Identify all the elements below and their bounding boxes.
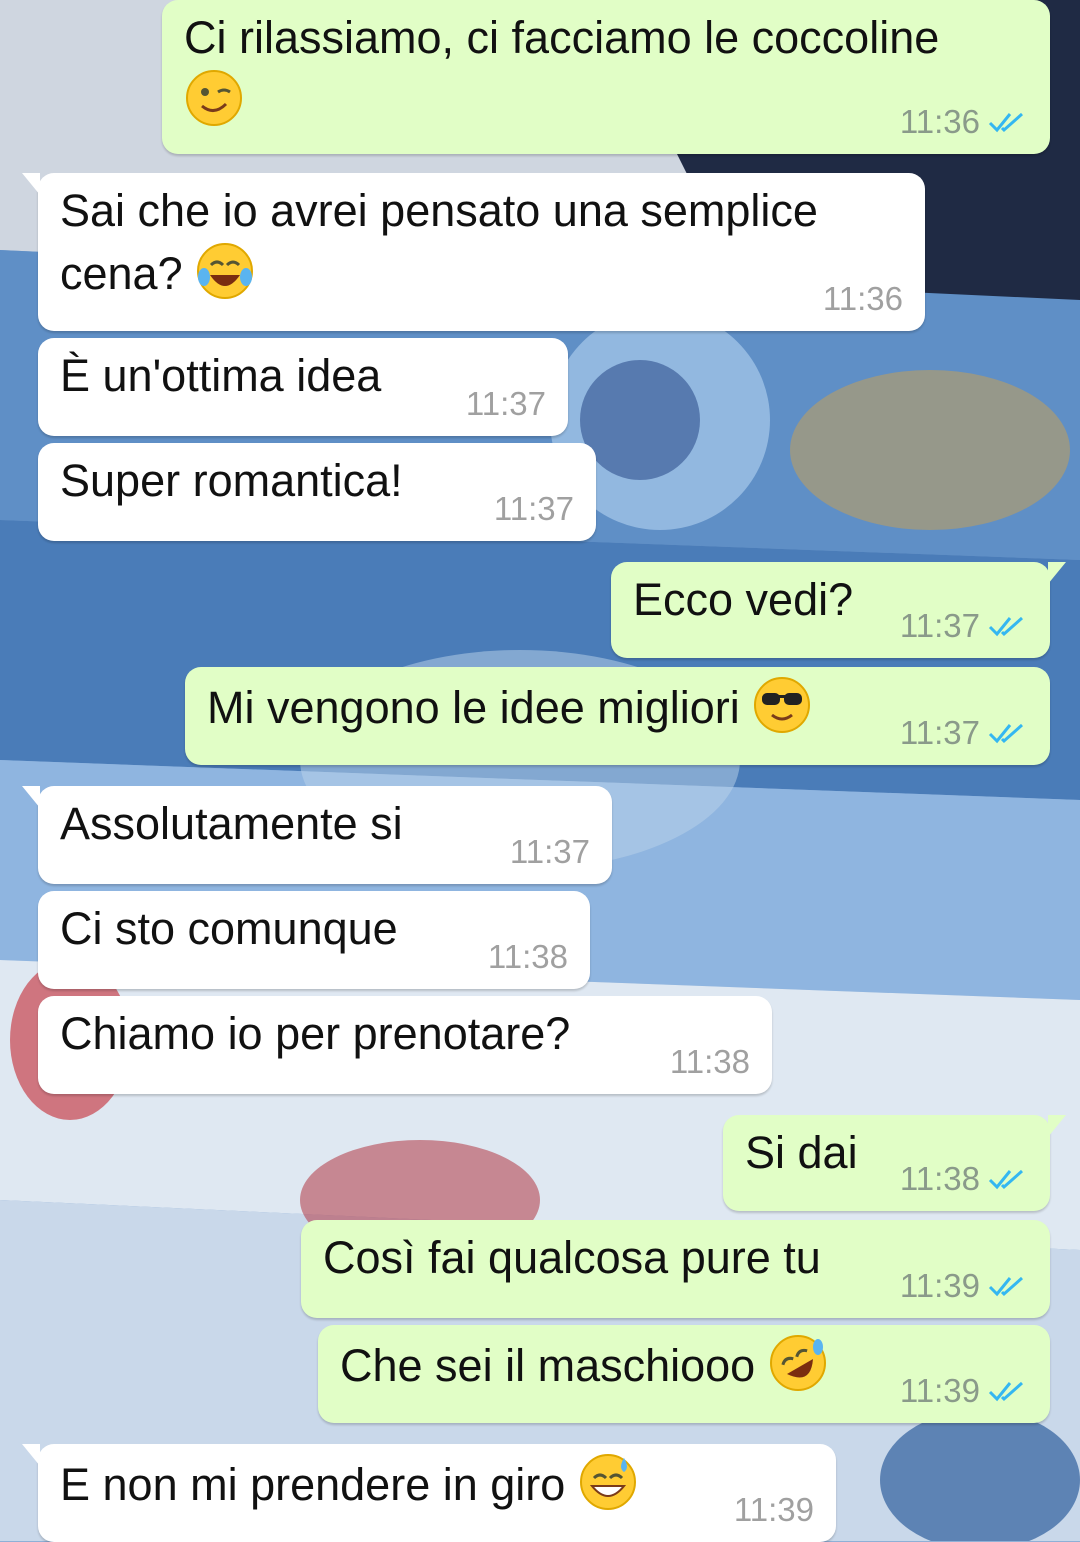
message-text-content: Si dai (745, 1127, 858, 1178)
incoming-message-bubble[interactable]: Assolutamente si 11:37 (22, 786, 612, 884)
message-timestamp: 11:37 (465, 385, 546, 422)
message-text-content: È un'ottima idea (60, 350, 382, 401)
incoming-message-bubble[interactable]: Ci sto comunque 11:38 (38, 891, 590, 989)
read-ticks-icon (988, 1381, 1023, 1402)
message-meta: 11:38 (488, 939, 568, 975)
read-ticks-icon (988, 1169, 1023, 1190)
outgoing-message-bubble[interactable]: Si dai 11:38 (723, 1115, 1066, 1211)
message-meta: 11:36 (900, 104, 1028, 140)
message-meta: 11:36 (823, 281, 903, 317)
message-text-content: Sai che io avrei pensato una semplice ce… (60, 185, 818, 299)
read-ticks-icon (988, 1276, 1023, 1297)
message-timestamp: 11:38 (899, 1160, 980, 1197)
rolling-on-floor-laughing-icon (769, 1335, 826, 1391)
outgoing-message-bubble[interactable]: Mi vengono le idee migliori 11:37 (185, 667, 1050, 765)
message-meta: 11:37 (510, 834, 590, 870)
incoming-message-bubble[interactable]: Chiamo io per prenotare? 11:38 (38, 996, 772, 1094)
incoming-message-bubble[interactable]: E non mi prendere in giro 11:39 (22, 1444, 836, 1542)
grinning-sweat-face-icon (579, 1454, 636, 1510)
message-text-content: Ci rilassiamo, ci facciamo le coccoline (184, 12, 940, 63)
read-ticks-icon (988, 616, 1023, 637)
message-text-content: Super romantica! (60, 455, 403, 506)
message-meta: 11:38 (670, 1044, 750, 1080)
message-meta: 11:37 (900, 608, 1028, 644)
message-timestamp: 11:37 (509, 833, 590, 870)
message-timestamp: 11:38 (669, 1043, 750, 1080)
message-meta: 11:37 (466, 386, 546, 422)
incoming-message-bubble[interactable]: Super romantica! 11:37 (38, 443, 596, 541)
message-meta: 11:39 (900, 1373, 1028, 1409)
outgoing-message-bubble[interactable]: Ci rilassiamo, ci facciamo le coccoline … (162, 0, 1050, 154)
message-timestamp: 11:38 (487, 938, 568, 975)
message-timestamp: 11:36 (822, 280, 903, 317)
message-timestamp: 11:37 (899, 607, 980, 644)
winking-face-icon (186, 70, 242, 126)
message-timestamp: 11:39 (899, 1372, 980, 1409)
message-timestamp: 11:36 (899, 103, 980, 140)
message-text: E non mi prendere in giro (60, 1452, 814, 1515)
message-meta: 11:39 (900, 1268, 1028, 1304)
message-text-content: Ci sto comunque (60, 903, 398, 954)
sunglasses-face-icon (754, 677, 811, 733)
incoming-message-bubble[interactable]: Sai che io avrei pensato una semplice ce… (22, 173, 925, 331)
chat-thread: Ci rilassiamo, ci facciamo le coccoline … (0, 0, 1080, 1542)
outgoing-message-bubble[interactable]: Ecco vedi? 11:37 (611, 562, 1066, 658)
message-timestamp: 11:37 (899, 714, 980, 751)
outgoing-message-bubble[interactable]: Che sei il maschiooo 11:39 (318, 1325, 1050, 1423)
message-text-content: Assolutamente si (60, 798, 403, 849)
message-meta: 11:38 (900, 1161, 1028, 1197)
message-meta: 11:37 (494, 491, 574, 527)
message-meta: 11:37 (900, 715, 1028, 751)
message-text-content: Mi vengono le idee migliori (207, 682, 740, 733)
face-with-tears-of-joy-icon (197, 243, 254, 299)
incoming-message-bubble[interactable]: È un'ottima idea 11:37 (38, 338, 568, 436)
message-text-content: Ecco vedi? (633, 574, 854, 625)
message-text: Chiamo io per prenotare? (60, 1004, 750, 1064)
message-text-content: E non mi prendere in giro (60, 1459, 566, 1510)
message-timestamp: 11:37 (493, 490, 574, 527)
outgoing-message-bubble[interactable]: Così fai qualcosa pure tu 11:39 (301, 1220, 1050, 1318)
message-text-content: Chiamo io per prenotare? (60, 1008, 571, 1059)
message-timestamp: 11:39 (899, 1267, 980, 1304)
read-ticks-icon (988, 112, 1023, 133)
message-text: Sai che io avrei pensato una semplice ce… (60, 181, 903, 304)
message-text-content: Che sei il maschiooo (340, 1340, 756, 1391)
message-text-content: Così fai qualcosa pure tu (323, 1232, 821, 1283)
message-meta: 11:39 (734, 1492, 814, 1528)
read-ticks-icon (988, 723, 1023, 744)
message-timestamp: 11:39 (733, 1491, 814, 1528)
